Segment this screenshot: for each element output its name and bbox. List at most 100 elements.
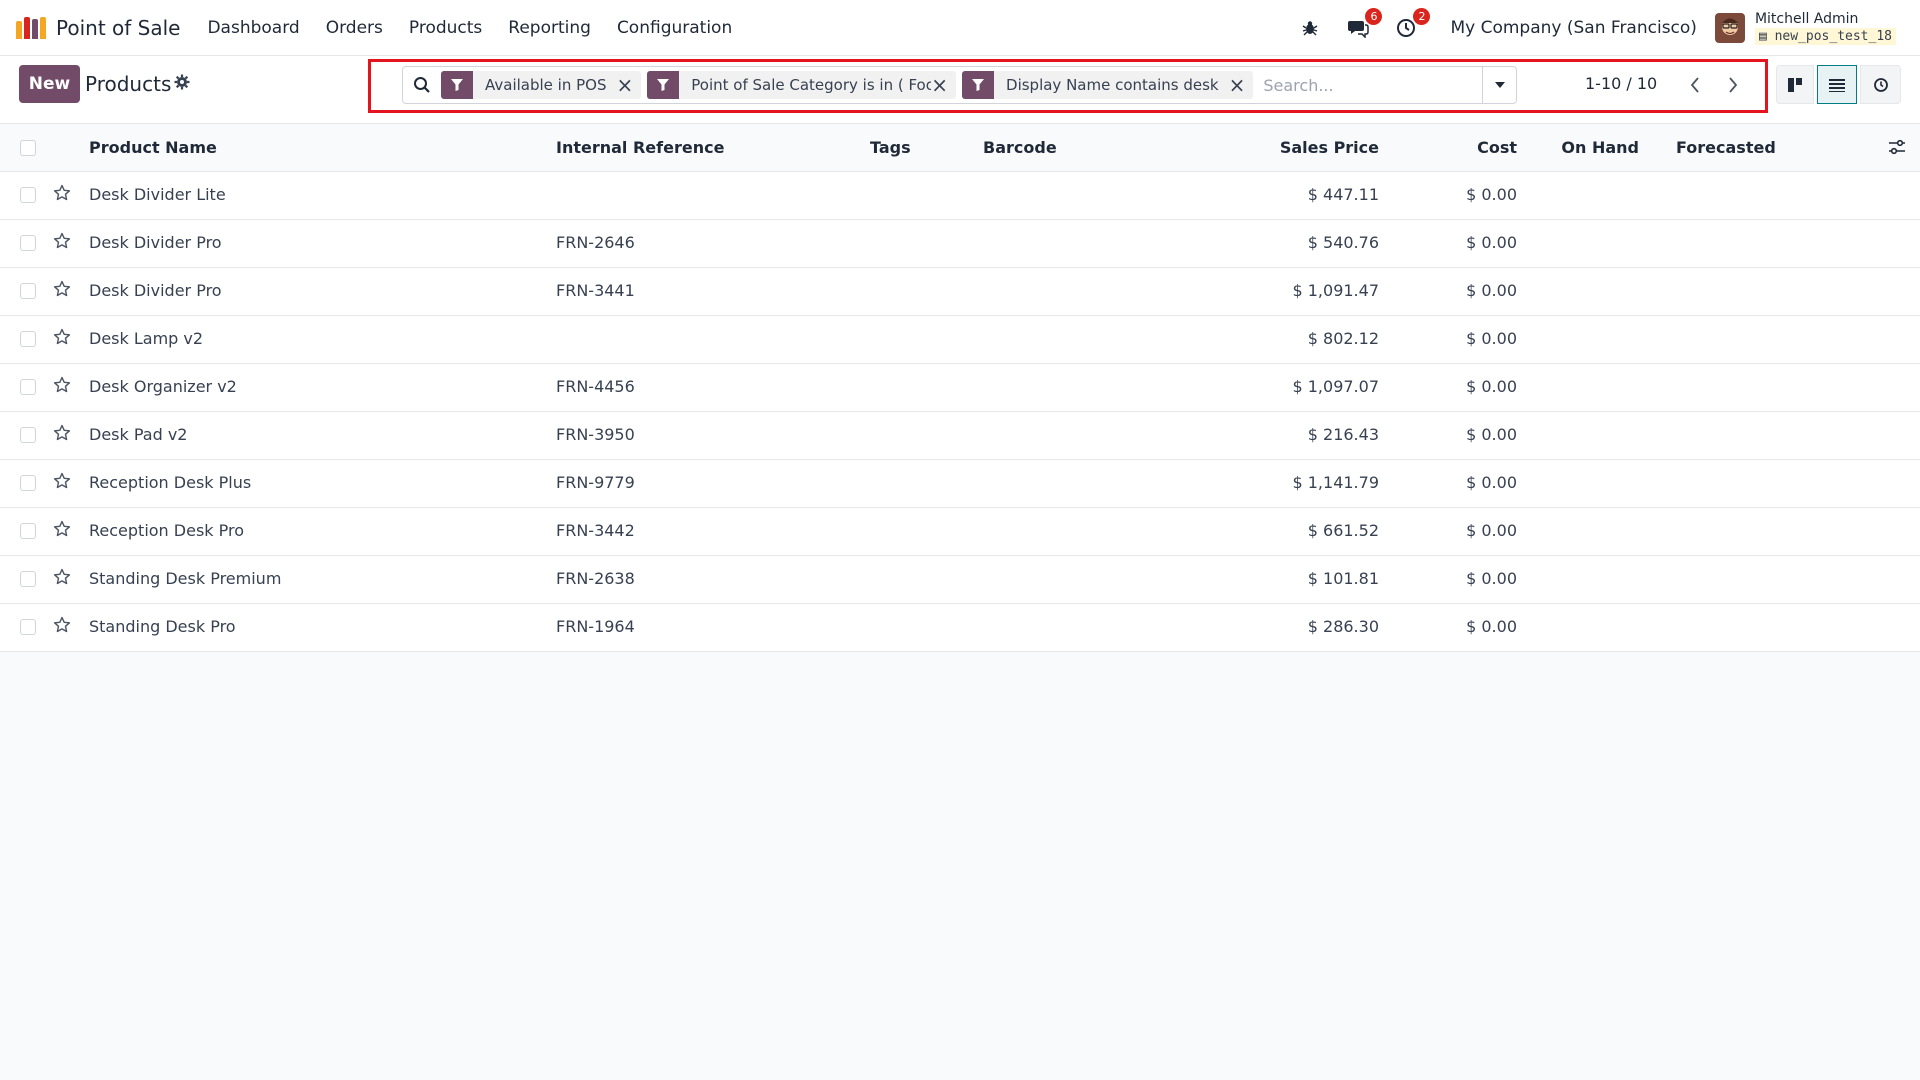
facet-label: Point of Sale Category is in ( Food ) xyxy=(691,76,932,94)
gear-icon[interactable] xyxy=(174,74,190,95)
star-icon[interactable] xyxy=(53,280,71,303)
row-checkbox[interactable] xyxy=(20,619,36,635)
search-icon[interactable] xyxy=(403,76,441,94)
cell-product-name: Standing Desk Pro xyxy=(89,617,236,636)
activities-count-badge: 2 xyxy=(1413,8,1431,25)
star-icon[interactable] xyxy=(53,568,71,591)
menu-products[interactable]: Products xyxy=(396,18,495,38)
main-menu: Dashboard Orders Products Reporting Conf… xyxy=(194,18,745,38)
cell-cost: $ 0.00 xyxy=(1466,329,1517,348)
star-icon[interactable] xyxy=(53,520,71,543)
cell-sales-price: $ 802.12 xyxy=(1307,329,1379,348)
cell-cost: $ 0.00 xyxy=(1466,185,1517,204)
row-checkbox[interactable] xyxy=(20,379,36,395)
table-row[interactable]: Desk Pad v2 FRN-3950 $ 216.43 $ 0.00 xyxy=(0,412,1920,460)
chat-icon[interactable]: 6 xyxy=(1346,8,1383,40)
chevron-left-icon[interactable] xyxy=(1678,68,1712,102)
column-internal-reference[interactable]: Internal Reference xyxy=(556,138,724,157)
star-icon[interactable] xyxy=(53,328,71,351)
column-product-name[interactable]: Product Name xyxy=(89,138,217,157)
optional-columns-icon[interactable] xyxy=(1888,139,1906,160)
menu-reporting[interactable]: Reporting xyxy=(495,18,604,38)
bug-icon[interactable] xyxy=(1298,16,1322,40)
star-icon[interactable] xyxy=(53,232,71,255)
table-row[interactable]: Standing Desk Pro FRN-1964 $ 286.30 $ 0.00 xyxy=(0,604,1920,652)
table-row[interactable]: Desk Divider Lite $ 447.11 $ 0.00 xyxy=(0,172,1920,220)
messages-count-badge: 6 xyxy=(1365,8,1383,25)
cell-sales-price: $ 1,097.07 xyxy=(1292,377,1379,396)
menu-dashboard[interactable]: Dashboard xyxy=(194,18,312,38)
database-icon: ▤ xyxy=(1758,29,1775,44)
new-button[interactable]: New xyxy=(19,65,80,103)
facet-pos-category: Point of Sale Category is in ( Food ) × xyxy=(647,71,957,99)
row-checkbox[interactable] xyxy=(20,283,36,299)
products-list: Product Name Internal Reference Tags Bar… xyxy=(0,124,1920,652)
search-input[interactable] xyxy=(1259,75,1482,95)
kanban-view-icon[interactable] xyxy=(1776,65,1814,104)
search-bar[interactable]: Available in POS × Point of Sale Categor… xyxy=(402,66,1517,104)
cell-sales-price: $ 286.30 xyxy=(1307,617,1379,636)
facet-label: Display Name contains desk xyxy=(1006,76,1219,94)
activity-view-icon[interactable] xyxy=(1860,65,1901,104)
row-checkbox[interactable] xyxy=(20,427,36,443)
cell-sales-price: $ 540.76 xyxy=(1307,233,1379,252)
table-row[interactable]: Desk Divider Pro FRN-2646 $ 540.76 $ 0.00 xyxy=(0,220,1920,268)
cell-sales-price: $ 661.52 xyxy=(1307,521,1379,540)
avatar[interactable] xyxy=(1714,13,1745,43)
star-icon[interactable] xyxy=(53,472,71,495)
close-icon[interactable]: × xyxy=(931,73,956,97)
chevron-down-icon[interactable] xyxy=(1482,67,1516,103)
row-checkbox[interactable] xyxy=(20,475,36,491)
column-cost[interactable]: Cost xyxy=(1400,138,1517,157)
pos-app-logo-icon[interactable] xyxy=(16,16,46,39)
star-icon[interactable] xyxy=(53,184,71,207)
table-body: Desk Divider Lite $ 447.11 $ 0.00 Desk Divi… xyxy=(0,172,1920,652)
table-row[interactable]: Desk Divider Pro FRN-3441 $ 1,091.47 $ 0.00 xyxy=(0,268,1920,316)
menu-configuration[interactable]: Configuration xyxy=(604,18,745,38)
close-icon[interactable]: × xyxy=(616,73,641,97)
filter-icon xyxy=(647,71,680,99)
table-row[interactable]: Reception Desk Pro FRN-3442 $ 661.52 $ 0.00 xyxy=(0,508,1920,556)
column-barcode[interactable]: Barcode xyxy=(983,138,1057,157)
column-tags[interactable]: Tags xyxy=(870,138,911,157)
table-row[interactable]: Desk Organizer v2 FRN-4456 $ 1,097.07 $ 0.0… xyxy=(0,364,1920,412)
cell-product-name: Desk Organizer v2 xyxy=(89,377,237,396)
list-view-icon[interactable] xyxy=(1817,65,1857,104)
app-name[interactable]: Point of Sale xyxy=(56,16,180,40)
column-on-hand[interactable]: On Hand xyxy=(1530,138,1639,157)
row-checkbox[interactable] xyxy=(20,331,36,347)
cell-cost: $ 0.00 xyxy=(1466,233,1517,252)
table-row[interactable]: Reception Desk Plus FRN-9779 $ 1,141.79 $ 0… xyxy=(0,460,1920,508)
cell-product-name: Desk Divider Pro xyxy=(89,233,222,252)
cell-product-name: Desk Divider Lite xyxy=(89,185,226,204)
select-all-checkbox[interactable] xyxy=(20,140,36,156)
table-row[interactable]: Desk Lamp v2 $ 802.12 $ 0.00 xyxy=(0,316,1920,364)
menu-orders[interactable]: Orders xyxy=(313,18,396,38)
table-header: Product Name Internal Reference Tags Bar… xyxy=(0,124,1920,172)
close-icon[interactable]: × xyxy=(1229,73,1254,97)
cell-sales-price: $ 447.11 xyxy=(1307,185,1379,204)
cell-cost: $ 0.00 xyxy=(1466,569,1517,588)
row-checkbox[interactable] xyxy=(20,571,36,587)
company-switcher[interactable]: My Company (San Francisco) xyxy=(1450,18,1696,38)
star-icon[interactable] xyxy=(53,376,71,399)
row-checkbox[interactable] xyxy=(20,523,36,539)
star-icon[interactable] xyxy=(53,616,71,639)
clock-icon[interactable]: 2 xyxy=(1394,8,1431,40)
table-row[interactable]: Standing Desk Premium FRN-2638 $ 101.81 $ 0… xyxy=(0,556,1920,604)
cell-product-name: Desk Lamp v2 xyxy=(89,329,204,348)
cell-internal-reference: FRN-3950 xyxy=(556,425,635,444)
pager-value[interactable]: 1-10 / 10 xyxy=(1585,74,1657,93)
row-checkbox[interactable] xyxy=(20,187,36,203)
cell-cost: $ 0.00 xyxy=(1466,425,1517,444)
facet-available-in-pos: Available in POS × xyxy=(441,71,642,99)
chevron-right-icon[interactable] xyxy=(1716,68,1750,102)
row-checkbox[interactable] xyxy=(20,235,36,251)
column-sales-price[interactable]: Sales Price xyxy=(1230,138,1379,157)
database-name: ▤ new_pos_test_18 xyxy=(1754,28,1896,45)
user-menu[interactable]: Mitchell Admin ▤ new_pos_test_18 xyxy=(1754,11,1896,45)
cell-internal-reference: FRN-2646 xyxy=(556,233,635,252)
cell-sales-price: $ 1,141.79 xyxy=(1292,473,1379,492)
column-forecasted[interactable]: Forecasted xyxy=(1676,138,1776,157)
star-icon[interactable] xyxy=(53,424,71,447)
